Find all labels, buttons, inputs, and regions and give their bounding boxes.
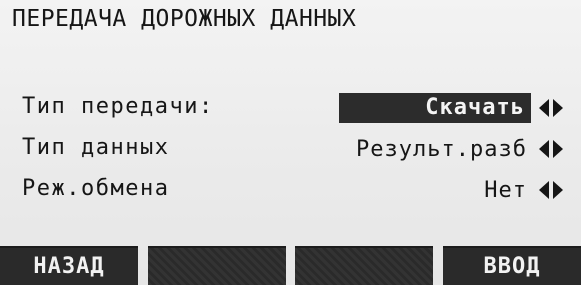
softkey-2-empty[interactable]	[147, 246, 286, 285]
field-transfer-type-value[interactable]: Скачать	[339, 93, 531, 123]
left-right-arrows-icon[interactable]	[537, 179, 565, 201]
softkey-bar: НАЗАД ВВОД	[0, 246, 581, 285]
field-exchange-mode[interactable]: Реж.обмена Нет	[0, 174, 581, 208]
softkey-3-empty[interactable]	[295, 246, 434, 285]
enter-softkey[interactable]: ВВОД	[442, 246, 581, 285]
field-data-type-value-box[interactable]: Результ.разб	[352, 133, 531, 165]
field-data-type[interactable]: Тип данных Результ.разб	[0, 133, 581, 167]
field-exchange-mode-value[interactable]: Нет	[480, 178, 531, 203]
field-exchange-mode-label: Реж.обмена	[22, 176, 170, 201]
left-right-arrows-icon[interactable]	[537, 97, 565, 119]
back-softkey[interactable]: НАЗАД	[0, 246, 138, 285]
field-data-type-value[interactable]: Результ.разб	[352, 137, 531, 162]
screen-title: ПЕРЕДАЧА ДОРОЖНЫХ ДАННЫХ	[12, 6, 357, 32]
field-data-type-label: Тип данных	[22, 135, 170, 160]
road-data-transfer-screen: ПЕРЕДАЧА ДОРОЖНЫХ ДАННЫХ Тип передачи: С…	[0, 0, 581, 285]
field-transfer-type-label: Тип передачи:	[22, 94, 214, 119]
left-right-arrows-icon[interactable]	[537, 138, 565, 160]
field-transfer-type[interactable]: Тип передачи: Скачать	[0, 92, 581, 126]
field-exchange-mode-value-box[interactable]: Нет	[480, 174, 531, 206]
field-transfer-type-value-box[interactable]: Скачать	[339, 92, 531, 124]
